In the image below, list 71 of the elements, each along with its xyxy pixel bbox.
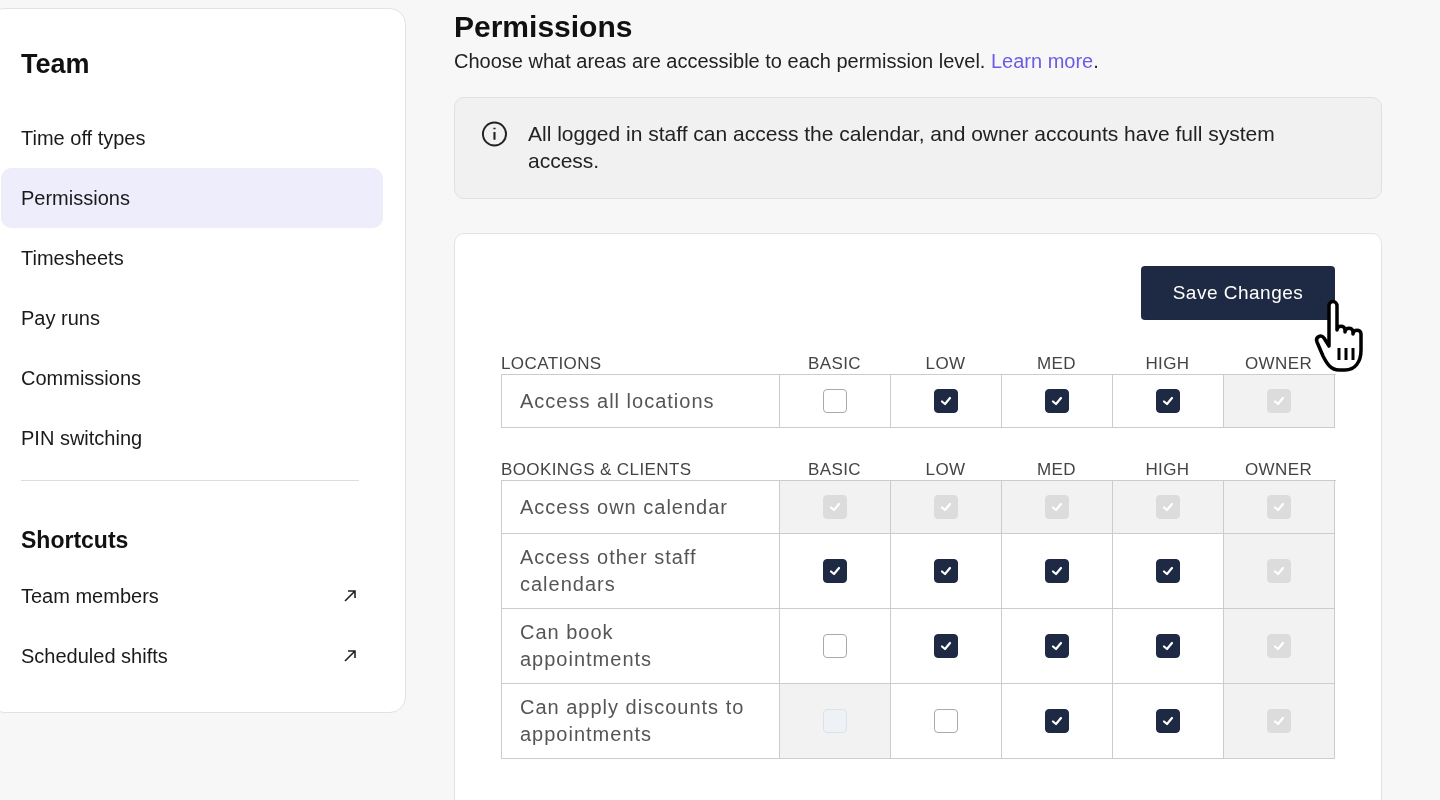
column-heading: LOW	[925, 354, 966, 374]
sidebar-heading: Team	[21, 49, 91, 80]
checkbox[interactable]	[934, 634, 958, 658]
checkbox[interactable]	[1156, 709, 1180, 733]
column-heading: HIGH	[1145, 460, 1190, 480]
checkmark-icon	[939, 394, 953, 408]
checkbox[interactable]	[823, 634, 847, 658]
checkmark-icon	[1161, 714, 1175, 728]
checkmark-icon	[1272, 394, 1286, 408]
checkbox[interactable]	[1045, 634, 1069, 658]
checkbox[interactable]	[1156, 389, 1180, 413]
checkbox[interactable]	[1045, 559, 1069, 583]
save-changes-button[interactable]: Save Changes	[1141, 266, 1335, 320]
sidebar-heading: Shortcuts	[21, 527, 130, 554]
checkmark-icon	[939, 639, 953, 653]
section-heading: LOCATIONS	[501, 354, 602, 374]
checkbox[interactable]	[934, 559, 958, 583]
external-link-icon	[343, 649, 357, 663]
column-heading: LOW	[925, 460, 966, 480]
shortcut-link[interactable]: Team members	[1, 566, 383, 626]
checkmark-icon	[1272, 564, 1286, 578]
checkmark-icon	[1272, 714, 1286, 728]
permission-label: Access all locations	[520, 388, 715, 414]
checkbox[interactable]	[934, 389, 958, 413]
checkbox[interactable]	[1045, 709, 1069, 733]
permission-label: Can apply discounts to appointments	[520, 695, 746, 747]
checkmark-icon	[1161, 564, 1175, 578]
learn-more-link[interactable]: Learn more	[990, 50, 1094, 72]
checkmark-icon	[828, 500, 842, 514]
column-heading: BASIC	[808, 460, 861, 480]
section-heading: BOOKINGS & CLIENTS	[501, 460, 692, 480]
sidebar-item[interactable]: Commissions	[1, 348, 383, 408]
checkmark-icon	[1050, 564, 1064, 578]
checkbox[interactable]	[1156, 559, 1180, 583]
permission-label: Access own calendar	[520, 494, 728, 520]
checkbox[interactable]	[823, 389, 847, 413]
checkbox[interactable]	[1045, 389, 1069, 413]
checkmark-icon	[1050, 639, 1064, 653]
page-description: Choose what areas are accessible to each permission level. Learn more.	[454, 50, 1100, 73]
external-link-icon	[343, 589, 357, 603]
column-heading: MED	[1037, 460, 1076, 480]
column-heading: OWNER	[1244, 354, 1313, 374]
permission-label: Access other staff calendars	[520, 545, 698, 597]
column-heading: MED	[1037, 354, 1076, 374]
checkmark-icon	[1272, 639, 1286, 653]
sidebar-item[interactable]: Permissions	[1, 168, 383, 228]
checkmark-icon	[1050, 500, 1064, 514]
info-icon	[481, 120, 508, 148]
checkmark-icon	[828, 564, 842, 578]
column-heading: OWNER	[1244, 460, 1313, 480]
checkmark-icon	[1161, 639, 1175, 653]
sidebar-item[interactable]: Time off types	[1, 108, 383, 168]
checkmark-icon	[1161, 500, 1175, 514]
column-heading: BASIC	[808, 354, 861, 374]
checkmark-icon	[1050, 394, 1064, 408]
page-title: Permissions	[454, 10, 634, 44]
permission-label: Can book appointments	[520, 620, 654, 672]
checkmark-icon	[1161, 394, 1175, 408]
column-heading: HIGH	[1145, 354, 1190, 374]
checkmark-icon	[939, 564, 953, 578]
info-text: All logged in staff can access the calendar, and owner accounts have full system access.	[527, 121, 1276, 174]
checkbox[interactable]	[934, 709, 958, 733]
sidebar-item[interactable]: Pay runs	[1, 288, 383, 348]
sidebar-item[interactable]: Timesheets	[1, 228, 383, 288]
sidebar-item[interactable]: PIN switching	[1, 408, 383, 468]
checkbox[interactable]	[1156, 634, 1180, 658]
checkmark-icon	[1272, 500, 1286, 514]
checkbox[interactable]	[823, 559, 847, 583]
checkmark-icon	[939, 500, 953, 514]
shortcut-link[interactable]: Scheduled shifts	[1, 626, 383, 686]
checkmark-icon	[1050, 714, 1064, 728]
